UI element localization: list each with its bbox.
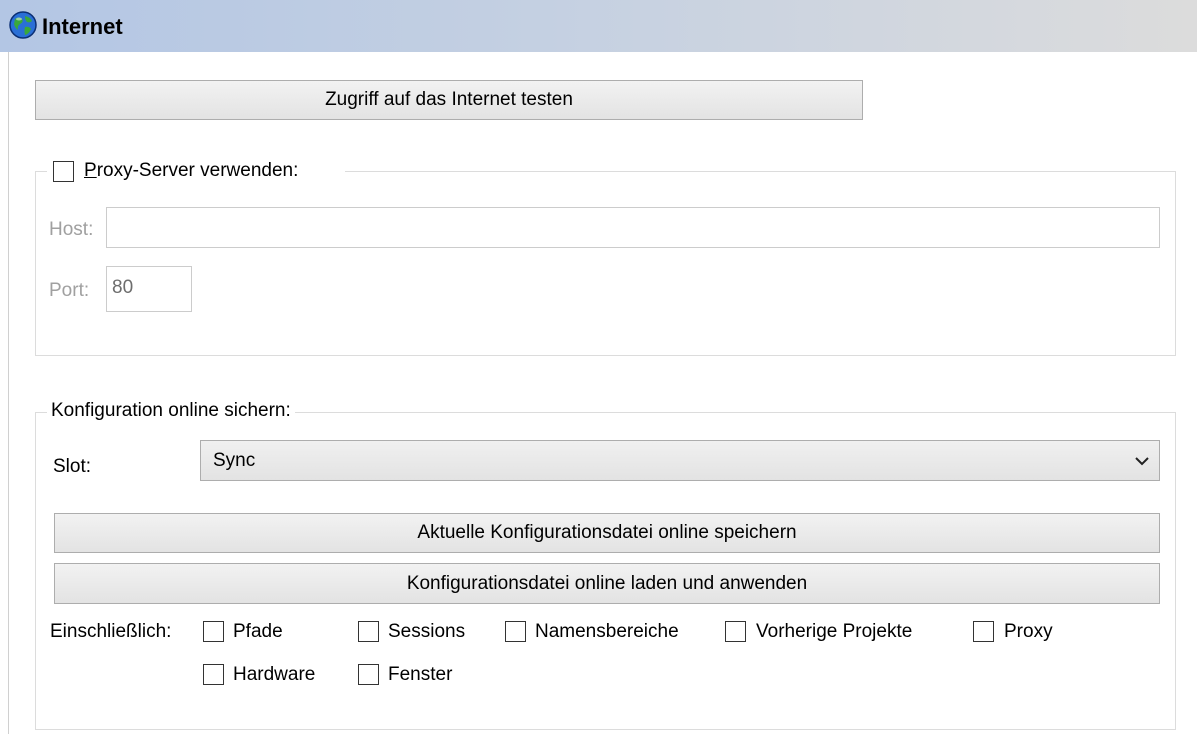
proxy-checkbox-label-text: roxy-Server verwenden: xyxy=(96,160,299,181)
slot-select[interactable]: Sync xyxy=(200,440,1160,481)
include-pfade-checkbox[interactable] xyxy=(203,621,224,642)
proxy-checkbox-label[interactable]: Proxy-Server verwenden: xyxy=(84,160,298,182)
include-namensbereiche-checkbox[interactable] xyxy=(505,621,526,642)
include-fenster-label[interactable]: Fenster xyxy=(388,664,452,686)
include-proxy-checkbox[interactable] xyxy=(973,621,994,642)
slot-select-value: Sync xyxy=(213,449,256,471)
save-online-label: Aktuelle Konfigurationsdatei online spei… xyxy=(417,522,797,543)
test-internet-button[interactable]: Zugriff auf das Internet testen xyxy=(35,80,863,120)
host-label: Host: xyxy=(49,219,94,240)
include-sessions-label[interactable]: Sessions xyxy=(388,621,465,643)
proxy-checkbox[interactable] xyxy=(53,161,74,182)
include-fenster-checkbox[interactable] xyxy=(358,664,379,685)
load-online-button[interactable]: Konfigurationsdatei online laden und anw… xyxy=(54,563,1160,604)
chevron-down-icon xyxy=(1135,457,1149,466)
include-label: Einschließlich: xyxy=(50,621,172,642)
include-vorherige-projekte-label[interactable]: Vorherige Projekte xyxy=(756,621,912,643)
proxy-group xyxy=(35,171,1176,356)
slot-label: Slot: xyxy=(53,456,92,477)
port-label: Port: xyxy=(49,280,90,301)
include-sessions-checkbox[interactable] xyxy=(358,621,379,642)
include-namensbereiche-label[interactable]: Namensbereiche xyxy=(535,621,679,643)
include-proxy-label[interactable]: Proxy xyxy=(1004,621,1053,643)
page-title: Internet xyxy=(42,14,123,39)
include-hardware-label[interactable]: Hardware xyxy=(233,664,315,686)
include-hardware-checkbox[interactable] xyxy=(203,664,224,685)
globe-icon xyxy=(9,11,37,39)
port-input[interactable]: 80 xyxy=(106,266,192,312)
sync-group-label: Konfiguration online sichern: xyxy=(47,400,295,422)
section-header xyxy=(0,0,1197,52)
include-vorherige-projekte-checkbox[interactable] xyxy=(725,621,746,642)
save-online-button[interactable]: Aktuelle Konfigurationsdatei online spei… xyxy=(54,513,1160,553)
left-border xyxy=(8,52,9,734)
load-online-label: Konfigurationsdatei online laden und anw… xyxy=(406,572,808,594)
host-input[interactable] xyxy=(106,207,1160,248)
include-pfade-label[interactable]: Pfade xyxy=(233,621,283,643)
